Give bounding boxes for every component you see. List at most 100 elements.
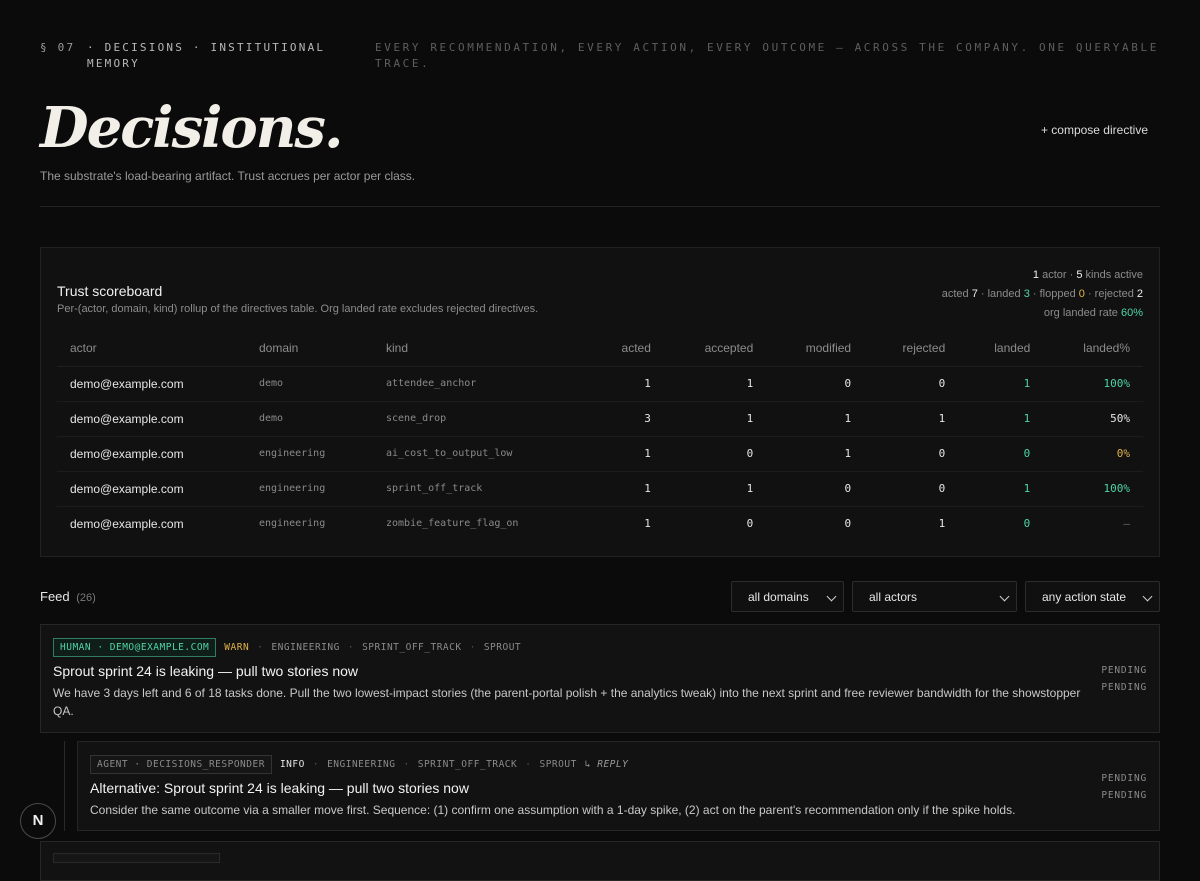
chevron-down-icon	[1142, 591, 1153, 602]
separator: ·	[525, 759, 532, 770]
feed-item-title: Alternative: Sprout sprint 24 is leaking…	[90, 780, 469, 796]
page-title: Decisions.	[40, 95, 343, 161]
actor-filter-select[interactable]: all actors	[852, 581, 1017, 612]
kinds-count: 5	[1076, 269, 1083, 281]
flopped-count: 0	[1078, 288, 1085, 300]
modified-cell: 0	[844, 517, 852, 531]
acted-cell: 1	[588, 366, 664, 402]
landed-pct-cell: 50%	[1043, 401, 1143, 437]
action-state: PENDING	[1101, 790, 1147, 801]
actor-cell: demo@example.com	[70, 516, 184, 531]
rejected-label: · rejected	[1087, 288, 1134, 300]
column-header: acted	[588, 331, 664, 367]
table-row: demo@example.com engineering ai_cost_to_…	[57, 436, 1143, 472]
section-number: § 07	[40, 41, 76, 54]
column-header: rejected	[864, 331, 959, 367]
landed-count: 3	[1023, 288, 1030, 300]
separator: ·	[347, 642, 355, 653]
landed-cell: 0	[1023, 517, 1031, 531]
feed-item-reply[interactable]: AGENT · DECISIONS_RESPONDER INFO · ENGIN…	[77, 741, 1160, 831]
section-tagline: EVERY RECOMMENDATION, EVERY ACTION, EVER…	[375, 41, 1159, 70]
recommendation-state: PENDING	[1101, 665, 1147, 676]
action-state-filter-select[interactable]: any action state	[1025, 581, 1160, 612]
landed-label: · landed	[980, 288, 1021, 300]
modified-cell: 0	[766, 366, 865, 402]
divider	[40, 206, 1160, 207]
actor-cell: demo@example.com	[57, 401, 246, 437]
chevron-down-icon	[826, 591, 837, 602]
column-header: accepted	[663, 331, 767, 367]
org-rate-label: org landed rate	[1043, 307, 1118, 319]
rejected-count: 2	[1136, 288, 1143, 300]
landed-cell: 1	[958, 471, 1044, 507]
separator: ·	[403, 759, 410, 770]
acted-label: acted	[941, 288, 969, 300]
landed-cell: 1	[958, 401, 1044, 437]
domain-filter-value: all domains	[748, 590, 809, 604]
domain-cell: engineering	[246, 471, 373, 507]
column-header: domain	[246, 331, 373, 367]
table-row: demo@example.com demo scene_drop 3 1 1 1…	[57, 401, 1143, 437]
feed-item[interactable]: HUMAN · DEMO@EXAMPLE.COM WARN · ENGINEER…	[40, 624, 1160, 733]
feed-item-body: Consider the same outcome via a smaller …	[90, 803, 1016, 817]
actor-filter-value: all actors	[869, 590, 918, 604]
scoreboard-stats: 1 actor · 5 kinds active acted 7 · lande…	[942, 266, 1143, 323]
table-row: demo@example.com engineering zombie_feat…	[57, 506, 1143, 541]
domain-filter-select[interactable]: all domains	[731, 581, 844, 612]
separator: ·	[257, 642, 264, 653]
feed-count: (26)	[76, 592, 96, 604]
kinds-label: kinds active	[1085, 269, 1143, 281]
domain-tag: ENGINEERING	[271, 642, 340, 653]
kind-cell: sprint_off_track	[373, 471, 588, 507]
acted-count: 7	[971, 288, 978, 300]
action-state: PENDING	[1101, 682, 1147, 693]
kind-cell: attendee_anchor	[373, 366, 588, 402]
org-rate-summary: org landed rate 60%	[942, 304, 1143, 323]
feed-item-title: Sprout sprint 24 is leaking — pull two s…	[53, 663, 359, 679]
app-logo-button[interactable]: N	[20, 803, 56, 839]
domain-cell: demo	[246, 401, 373, 437]
landed-cell: 0	[958, 436, 1044, 472]
flopped-label: · flopped	[1032, 288, 1076, 300]
column-header: actor	[57, 331, 246, 367]
rejected-cell: 1	[938, 517, 946, 531]
separator: ·	[469, 642, 476, 653]
modified-cell: 0	[766, 471, 865, 507]
reply-tag: ↳ REPLY	[584, 759, 629, 770]
feed-item[interactable]	[40, 841, 1160, 881]
feed-item-states: PENDING PENDING	[1101, 770, 1147, 804]
rejected-cell: 0	[864, 436, 959, 472]
accepted-cell: 0	[746, 517, 754, 531]
domain-cell: demo	[246, 366, 373, 402]
org-rate-value: 60%	[1120, 307, 1143, 319]
accepted-cell: 0	[663, 436, 767, 472]
acted-cell: 3	[588, 401, 664, 437]
accepted-cell: 1	[663, 366, 767, 402]
kind-tag: SPRINT_OFF_TRACK	[362, 642, 462, 653]
landed-pct-cell: 100%	[1043, 471, 1143, 507]
feed-item-meta: AGENT · DECISIONS_RESPONDER INFO · ENGIN…	[90, 755, 628, 774]
actor-cell: demo@example.com	[57, 471, 246, 507]
column-header: landed	[958, 331, 1044, 367]
scoreboard-description: Per-(actor, domain, kind) rollup of the …	[57, 303, 539, 315]
acted-cell: 1	[588, 471, 664, 507]
table-row: demo@example.com demo attendee_anchor 1 …	[57, 366, 1143, 402]
landed-pct-cell: —	[1123, 517, 1130, 531]
column-header: modified	[766, 331, 865, 367]
actor-label: actor ·	[1042, 269, 1074, 281]
recommendation-state: PENDING	[1101, 773, 1147, 784]
outcome-summary: acted 7 · landed 3 · flopped 0 · rejecte…	[942, 285, 1143, 304]
compose-directive-button[interactable]: + compose directive	[1041, 123, 1148, 137]
landed-pct-cell: 0%	[1043, 436, 1143, 472]
level-tag: INFO	[279, 759, 305, 770]
acted-cell: 1	[588, 436, 664, 472]
eyebrow: § 07 · DECISIONS · INSTITUTIONAL MEMORY …	[40, 40, 1160, 72]
project-tag: SPROUT	[539, 759, 577, 770]
section-label: § 07 · DECISIONS · INSTITUTIONAL MEMORY	[40, 40, 375, 72]
modified-cell: 1	[766, 436, 865, 472]
kind-cell: zombie_feature_flag_on	[386, 518, 519, 530]
accepted-cell: 1	[663, 401, 767, 437]
action-state-filter-value: any action state	[1042, 590, 1127, 604]
feed-item-meta: HUMAN · DEMO@EXAMPLE.COM WARN · ENGINEER…	[53, 638, 529, 657]
actor-badge: AGENT · DECISIONS_RESPONDER	[90, 755, 272, 774]
